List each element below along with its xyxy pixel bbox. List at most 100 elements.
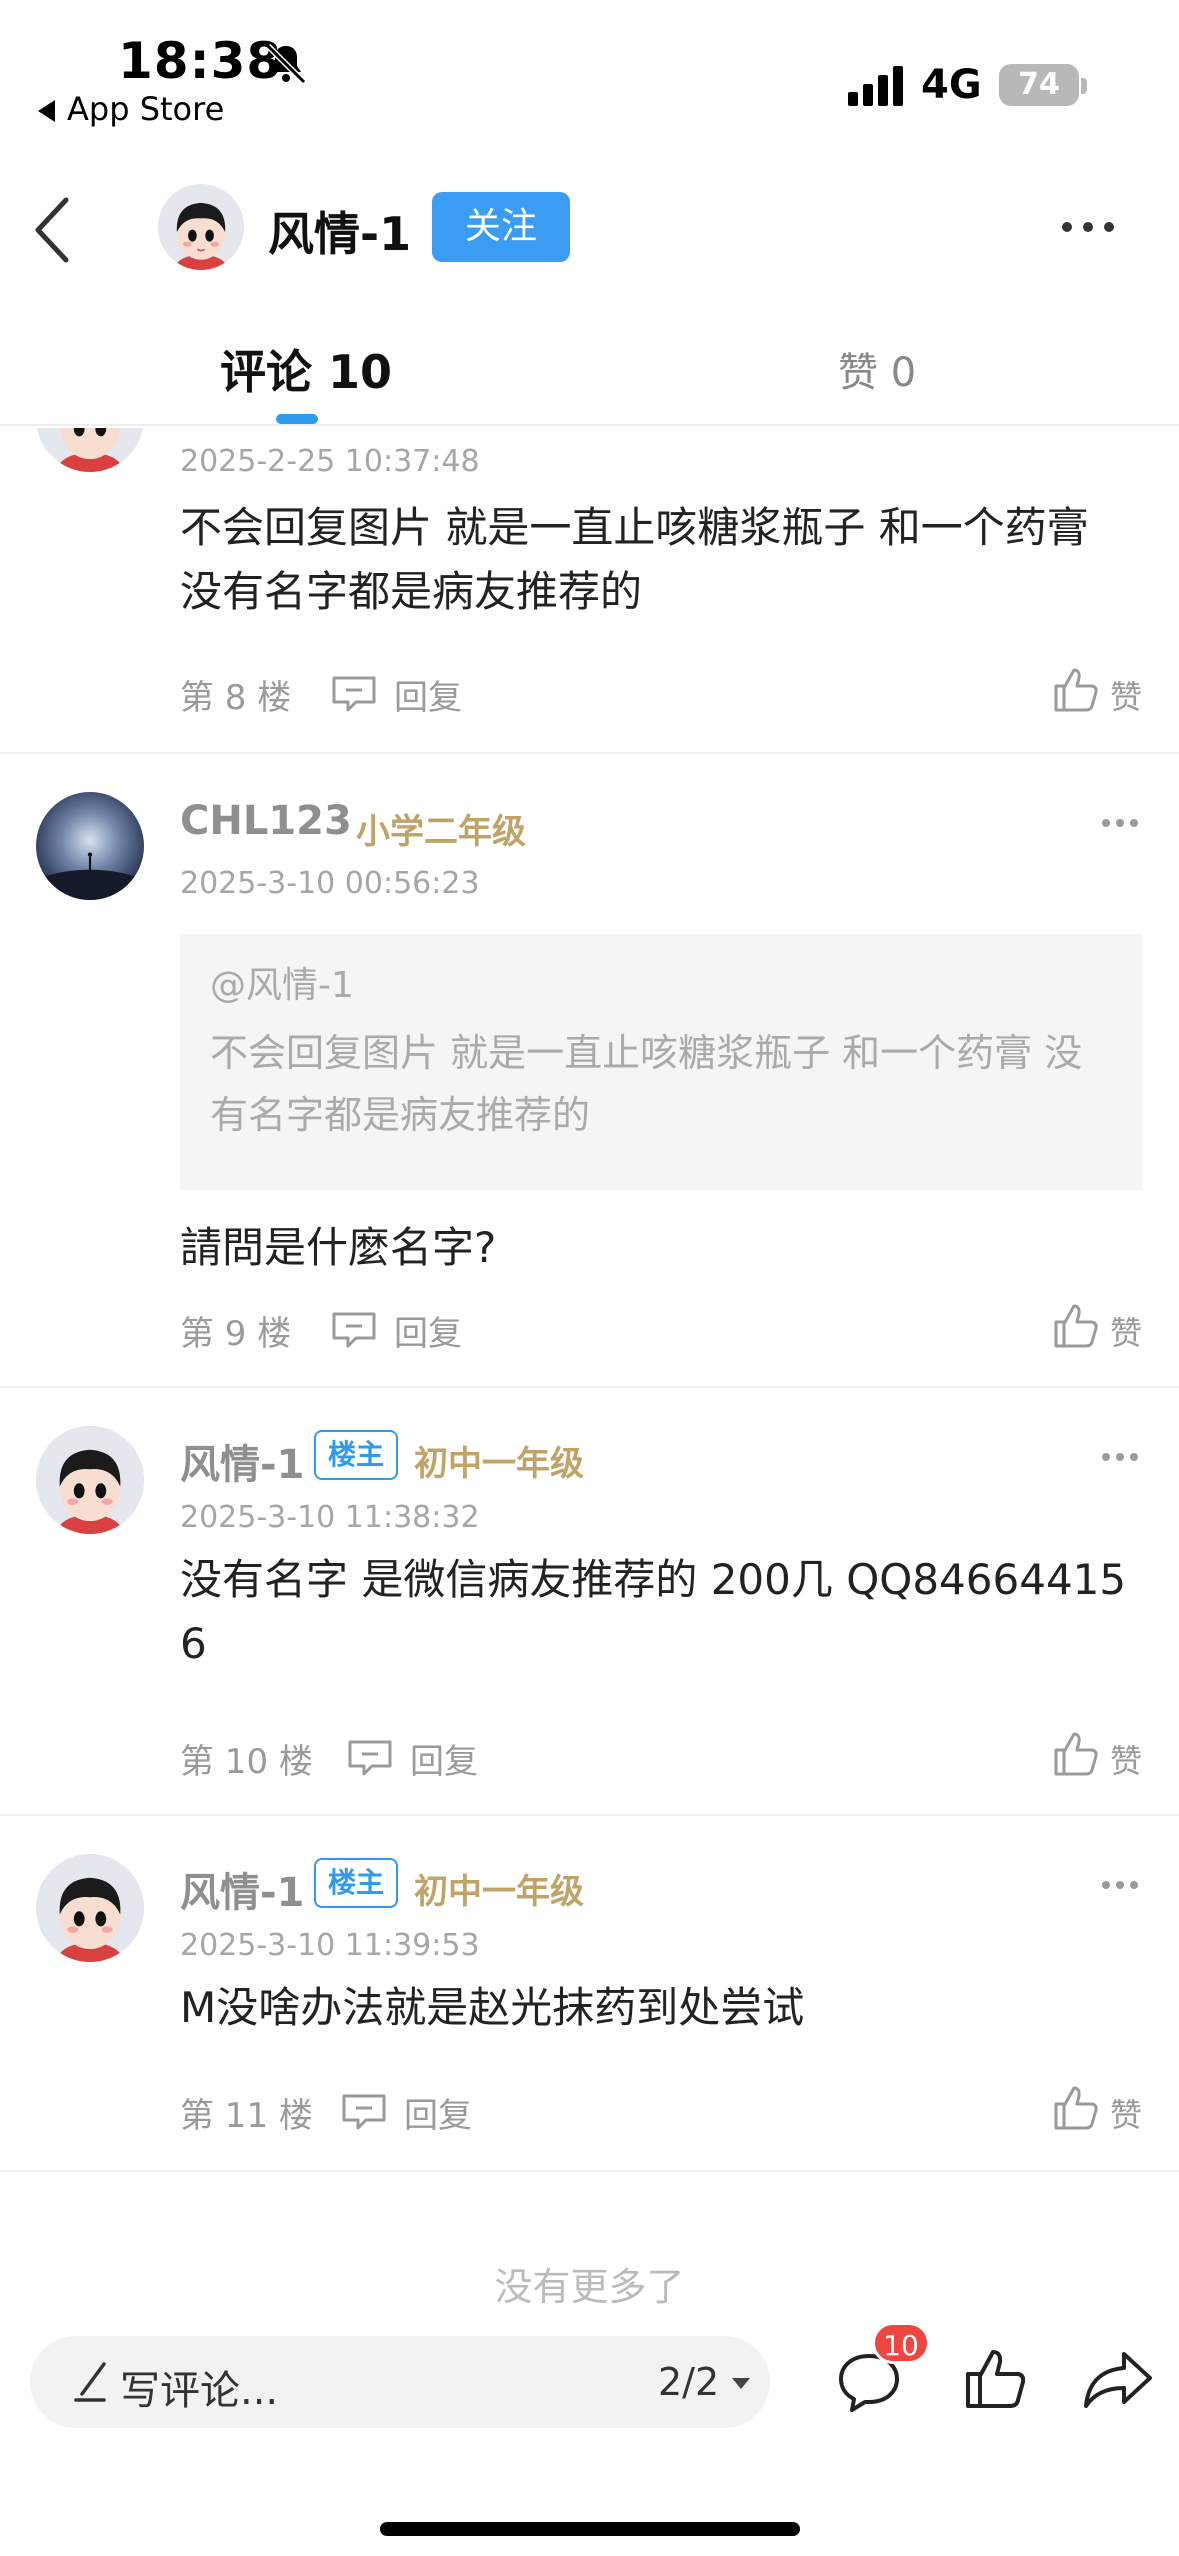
bell-muted-icon	[265, 43, 307, 85]
status-bar: 18:38 App Store 4G 74	[0, 0, 1179, 140]
like-label: 赞	[1110, 2096, 1143, 2134]
reply-label: 回复	[404, 2096, 472, 2136]
user-level: 小学二年级	[356, 812, 526, 852]
reply-button[interactable]: 回复	[330, 668, 490, 718]
thumbs-up-icon	[1054, 1732, 1098, 1776]
comment-text: 没有名字 是微信病友推荐的 200几 QQ846644156	[180, 1555, 1127, 1668]
tab-active-indicator	[276, 414, 318, 424]
back-arrow-icon[interactable]	[28, 192, 78, 268]
reply-label: 回复	[410, 1742, 478, 1782]
commenter-name[interactable]: CHL123	[180, 798, 352, 844]
avatar-face-icon	[36, 1854, 144, 1962]
reply-label: 回复	[394, 678, 462, 718]
commenter-name[interactable]: 风情-1	[180, 1860, 304, 1918]
avatar-face-icon	[158, 184, 244, 270]
like-label: 赞	[1110, 678, 1143, 716]
battery-tip	[1081, 78, 1087, 94]
follow-button[interactable]: 关注	[432, 192, 570, 262]
comment-time: 2025-3-10 11:39:53	[180, 1928, 480, 1963]
like-button[interactable]: 赞	[1050, 664, 1150, 720]
reply-button[interactable]: 回复	[340, 2086, 500, 2136]
like-button[interactable]: 赞	[1050, 2082, 1150, 2138]
comment-time: 2025-3-10 11:38:32	[180, 1500, 480, 1535]
comment-text: 請問是什麼名字?	[180, 1223, 497, 1272]
thread-owner-badge: 楼主	[314, 1858, 398, 1908]
comment-item: 风情-1 楼主 初中一年级 2025-3-10 11:38:32 没有名字 是微…	[0, 1388, 1179, 1816]
quote-text: 不会回复图片 就是一直止咳糖浆瓶子 和一个药膏 没有名字都是病友推荐的	[210, 1031, 1083, 1137]
comment-footer: 第 10 楼 回复 赞	[180, 1728, 1142, 1784]
reply-bubble-icon	[342, 2094, 386, 2130]
page-indicator[interactable]: 2/2	[658, 2360, 719, 2404]
comment-more-icon[interactable]	[1102, 816, 1138, 830]
like-button[interactable]: 赞	[1050, 1728, 1150, 1784]
comment-count-badge: 10	[872, 2322, 930, 2364]
author-avatar[interactable]	[158, 184, 244, 270]
write-comment-input[interactable]: 写评论... 2/2	[30, 2336, 770, 2428]
commenter-avatar[interactable]	[36, 1426, 144, 1534]
comment-more-icon[interactable]	[1102, 1878, 1138, 1892]
comment-text: M没啥办法就是赵光抹药到处尝试	[180, 1983, 805, 2032]
author-name: 风情-1	[268, 207, 412, 261]
floor-number: 第 10 楼	[180, 1742, 313, 1782]
tab-likes[interactable]: 赞 0	[838, 340, 916, 398]
floor-number: 第 11 楼	[180, 2096, 313, 2136]
comment-item: 风情-1 楼主 初中一年级 2025-3-10 11:39:53 M没啥办法就是…	[0, 1816, 1179, 2172]
thumbs-up-icon	[1054, 1304, 1098, 1348]
comment-more-icon[interactable]	[1102, 1450, 1138, 1464]
comment-time: 2025-2-25 10:37:48	[180, 444, 480, 479]
comment-text: 不会回复图片 就是一直止咳糖浆瓶子 和一个药膏 没有名字都是病友推荐的	[180, 503, 1089, 616]
reply-label: 回复	[394, 1314, 462, 1354]
avatar-face-icon	[36, 1426, 144, 1534]
comment-list: 2025-2-25 10:37:48 不会回复图片 就是一直止咳糖浆瓶子 和一个…	[0, 428, 1179, 2308]
quoted-comment: @风情-1 不会回复图片 就是一直止咳糖浆瓶子 和一个药膏 没有名字都是病友推荐…	[180, 934, 1142, 1190]
comment-time: 2025-3-10 00:56:23	[180, 866, 480, 901]
commenter-name[interactable]: 风情-1	[180, 1432, 304, 1490]
commenter-avatar[interactable]	[36, 1854, 144, 1962]
night-sky-avatar-icon	[36, 792, 144, 900]
comment-placeholder: 写评论...	[120, 2368, 279, 2414]
quote-mention: @风情-1	[210, 965, 354, 1006]
tab-comments[interactable]: 评论 10	[220, 336, 392, 402]
comment-footer: 第 11 楼 回复 赞	[180, 2082, 1142, 2138]
like-label: 赞	[1110, 1314, 1143, 1352]
pen-icon	[74, 2362, 106, 2402]
comment-item: CHL123 小学二年级 2025-3-10 00:56:23 @风情-1 不会…	[0, 754, 1179, 1388]
reply-bubble-icon	[332, 676, 376, 712]
cellular-signal-icon	[848, 66, 903, 106]
tab-bar: 评论 10 赞 0	[0, 310, 1179, 426]
header: 风情-1 关注	[0, 160, 1179, 300]
thread-owner-badge: 楼主	[314, 1430, 398, 1480]
share-arrow-icon[interactable]	[1082, 2348, 1154, 2412]
reply-button[interactable]: 回复	[346, 1732, 506, 1782]
home-indicator[interactable]	[380, 2522, 800, 2536]
battery-icon: 74	[999, 64, 1079, 106]
reply-bubble-icon	[348, 1740, 392, 1776]
back-to-app-store[interactable]: App Store	[38, 90, 224, 128]
battery-level: 74	[1018, 67, 1060, 102]
like-button[interactable]: 赞	[1050, 1300, 1150, 1356]
user-level: 初中一年级	[414, 1444, 584, 1484]
commenter-avatar[interactable]	[36, 792, 144, 900]
comment-footer: 第 9 楼 回复 赞	[180, 1300, 1142, 1356]
thumbs-up-icon[interactable]	[960, 2344, 1030, 2414]
network-type: 4G	[921, 62, 982, 108]
no-more-indicator: 没有更多了	[494, 2265, 685, 2308]
status-time: 18:38	[118, 32, 283, 90]
reply-bubble-icon	[332, 1312, 376, 1348]
like-label: 赞	[1110, 1742, 1143, 1780]
back-app-label: App Store	[67, 90, 225, 128]
floor-number: 第 8 楼	[180, 678, 292, 718]
comment-footer: 第 8 楼 回复 赞	[180, 664, 1142, 720]
commenter-avatar[interactable]	[36, 428, 144, 472]
thumbs-up-icon	[1054, 2086, 1098, 2130]
more-options-icon[interactable]	[1058, 212, 1118, 242]
caret-down-icon[interactable]	[732, 2378, 750, 2389]
comment-item: 2025-2-25 10:37:48 不会回复图片 就是一直止咳糖浆瓶子 和一个…	[0, 428, 1179, 754]
back-triangle-icon	[38, 100, 55, 122]
user-level: 初中一年级	[414, 1872, 584, 1912]
bottom-action-bar: 写评论... 2/2 10	[0, 2308, 1179, 2556]
avatar-face-icon	[36, 428, 144, 472]
floor-number: 第 9 楼	[180, 1314, 292, 1354]
thumbs-up-icon	[1054, 668, 1098, 712]
reply-button[interactable]: 回复	[330, 1304, 490, 1354]
